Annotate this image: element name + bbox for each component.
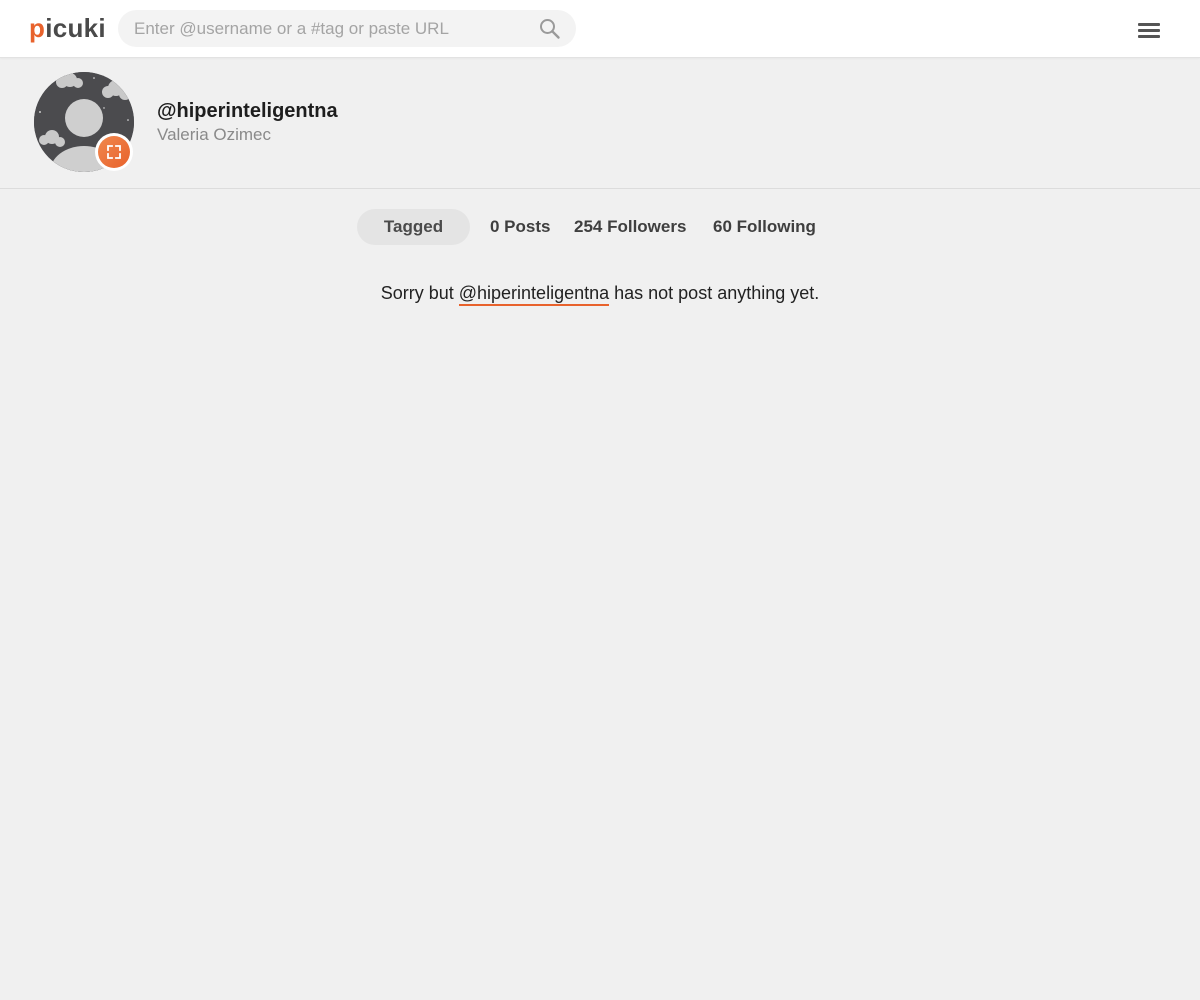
followers-count[interactable]: 254 Followers	[574, 209, 686, 245]
profile-username: @hiperinteligentna	[157, 100, 338, 122]
search-bar	[118, 10, 576, 47]
expand-avatar-button[interactable]	[95, 133, 133, 171]
expand-button-bg	[98, 136, 130, 168]
hamburger-line	[1138, 35, 1160, 38]
posts-count[interactable]: 0 Posts	[490, 209, 550, 245]
expand-icon	[107, 145, 121, 159]
search-button[interactable]	[538, 17, 562, 41]
empty-state-profile-link[interactable]: @hiperinteligentna	[458, 283, 610, 306]
profile-header: @hiperinteligentna Valeria Ozimec	[0, 58, 1200, 189]
search-input[interactable]	[118, 10, 528, 47]
profile-full-name: Valeria Ozimec	[157, 125, 271, 144]
menu-button[interactable]	[1136, 19, 1164, 41]
following-count[interactable]: 60 Following	[713, 209, 816, 245]
hamburger-line	[1138, 29, 1160, 32]
logo-text: icuki	[45, 13, 106, 43]
picuki-logo[interactable]: picuki	[29, 12, 106, 44]
logo-letter-p: p	[29, 13, 46, 43]
empty-state-suffix: has not post anything yet.	[609, 283, 820, 303]
empty-state-prefix: Sorry but	[380, 283, 459, 303]
hamburger-menu-icon	[1138, 23, 1160, 26]
empty-state-message: Sorry but @hiperinteligentna has not pos…	[0, 279, 1200, 307]
top-header: picuki	[0, 0, 1200, 58]
search-icon	[540, 19, 560, 39]
tab-tagged[interactable]: Tagged	[357, 209, 470, 245]
